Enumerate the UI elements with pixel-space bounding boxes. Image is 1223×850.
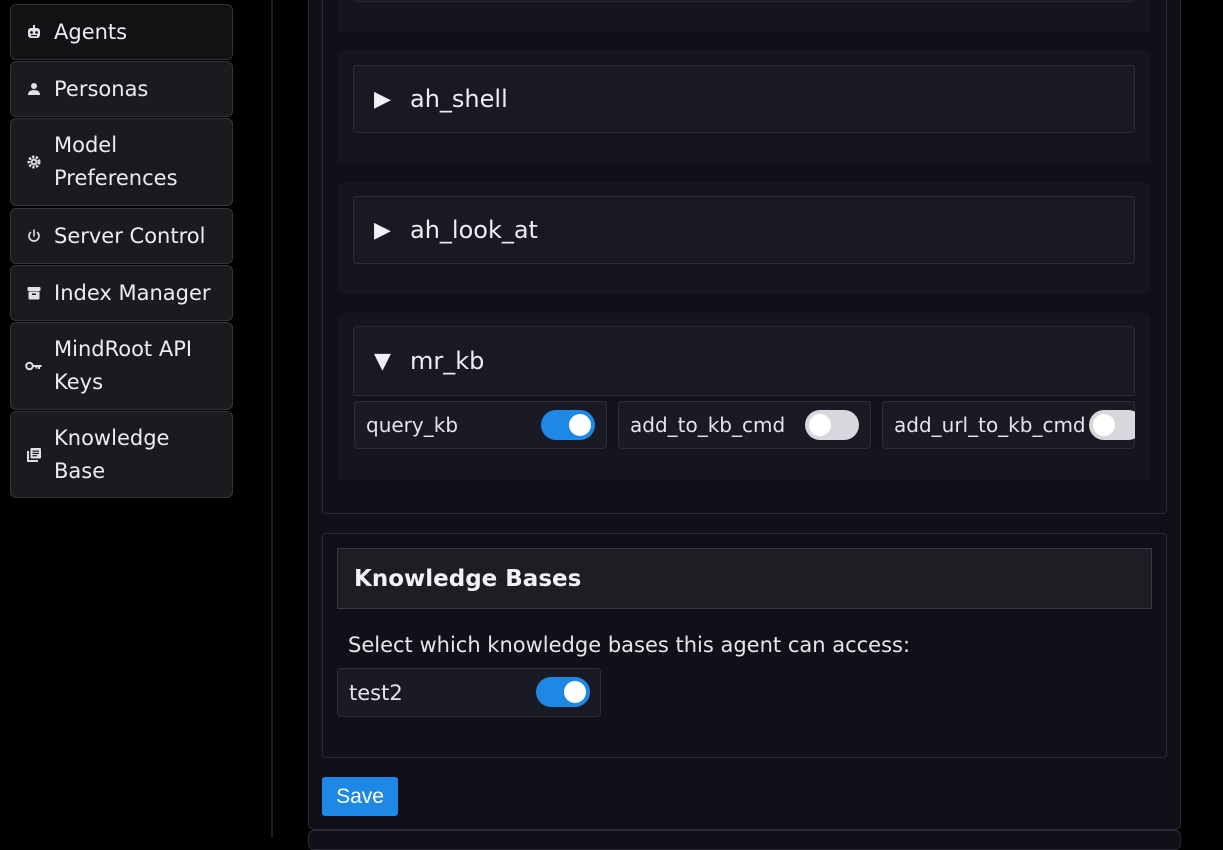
plugin-header-partial <box>353 0 1135 2</box>
section-title: Knowledge Bases <box>354 565 582 592</box>
plugin-header-ah-shell[interactable]: ▶ ah_shell <box>353 65 1135 133</box>
next-panel-edge <box>308 830 1181 850</box>
sidebar-item-model-preferences[interactable]: Model Preferences <box>10 118 233 206</box>
toggle-switch[interactable] <box>541 410 595 440</box>
sidebar-item-knowledge-base[interactable]: Knowledge Base <box>10 411 233 498</box>
knowledge-base-toggle-test2: test2 <box>337 668 601 717</box>
toggle-switch[interactable] <box>805 410 859 440</box>
toggle-switch[interactable] <box>1089 410 1135 440</box>
sidebar-item-label: Index Manager <box>54 280 211 305</box>
command-toggle-row: query_kb add_to_kb_cmd add_url_to_kb_cmd <box>353 396 1135 449</box>
collapse-arrow-icon: ▼ <box>374 348 391 374</box>
plugin-name: mr_kb <box>410 347 485 375</box>
knowledge-bases-header: Knowledge Bases <box>337 548 1152 609</box>
command-name: add_to_kb_cmd <box>630 413 786 437</box>
key-icon <box>25 357 43 375</box>
sidebar-item-server-control[interactable]: Server Control <box>10 208 233 264</box>
sidebar-item-label: MindRoot API Keys <box>54 337 193 394</box>
library-books-icon <box>25 446 43 464</box>
sidebar: Agents Personas Model Preferences Server… <box>0 0 272 838</box>
power-icon <box>25 227 43 245</box>
plugin-group <box>338 0 1150 32</box>
command-toggle-query-kb: query_kb <box>354 401 607 449</box>
sidebar-item-label: Knowledge Base <box>54 425 170 483</box>
command-toggle-add-url-to-kb-cmd: add_url_to_kb_cmd <box>882 401 1135 449</box>
knowledge-base-name: test2 <box>349 680 403 705</box>
archive-icon <box>25 284 43 302</box>
command-name: add_url_to_kb_cmd <box>894 413 1086 437</box>
plugin-name: ah_shell <box>410 85 508 113</box>
person-icon <box>25 80 43 98</box>
toggle-knob <box>569 414 591 436</box>
sidebar-item-label: Personas <box>54 76 149 101</box>
sidebar-item-personas[interactable]: Personas <box>10 61 233 117</box>
sidebar-item-mindroot-api-keys[interactable]: MindRoot API Keys <box>10 322 233 410</box>
robot-icon <box>25 23 43 41</box>
plugin-header-mr-kb[interactable]: ▼ mr_kb <box>353 326 1135 396</box>
gear-icon <box>25 153 43 171</box>
sidebar-divider <box>271 0 273 838</box>
sidebar-item-label: Agents <box>54 19 128 44</box>
sidebar-item-index-manager[interactable]: Index Manager <box>10 265 233 321</box>
toggle-knob <box>1093 414 1115 436</box>
toggle-knob <box>564 681 586 703</box>
sidebar-item-label: Model Preferences <box>54 133 178 190</box>
command-toggle-add-to-kb-cmd: add_to_kb_cmd <box>618 401 871 449</box>
plugin-name: ah_look_at <box>410 216 538 244</box>
expand-arrow-icon: ▶ <box>374 86 391 112</box>
sidebar-item-agents[interactable]: Agents <box>10 4 233 60</box>
sidebar-item-label: Server Control <box>54 223 206 248</box>
command-name: query_kb <box>366 413 459 437</box>
toggle-knob <box>809 414 831 436</box>
plugin-header-ah-look-at[interactable]: ▶ ah_look_at <box>353 196 1135 264</box>
save-button[interactable]: Save <box>322 777 398 816</box>
expand-arrow-icon: ▶ <box>374 217 391 243</box>
toggle-switch[interactable] <box>536 677 590 707</box>
knowledge-bases-description: Select which knowledge bases this agent … <box>348 633 911 657</box>
